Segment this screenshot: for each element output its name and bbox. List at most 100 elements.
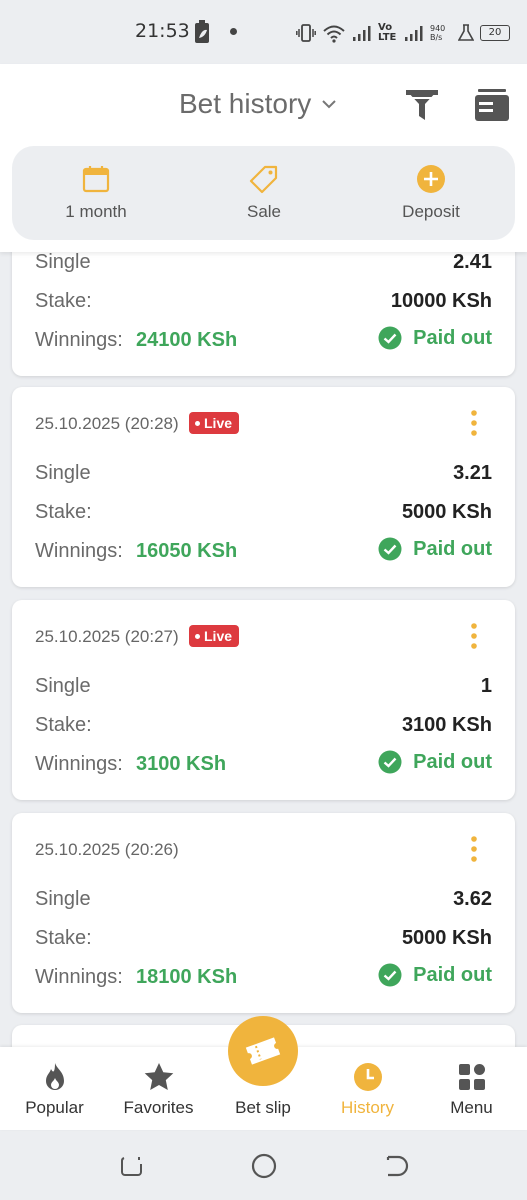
winnings-value: 3100 KSh [136, 753, 227, 775]
battery-saver-icon [195, 20, 209, 43]
net-speed: 940 B/s [430, 24, 452, 42]
stake-value: 10000 KSh [390, 290, 492, 312]
stake-value: 5000 KSh [401, 501, 492, 523]
wifi-icon [323, 25, 345, 43]
more-options-icon[interactable] [469, 622, 479, 650]
bet-type: Single [35, 252, 91, 273]
nav-bet-slip-label: Bet slip [235, 1098, 291, 1117]
period-filter-label: 1 month [65, 202, 127, 221]
bet-odds: 1 [480, 675, 492, 697]
live-dot [195, 420, 200, 426]
check-circle-icon [378, 326, 402, 350]
recents-icon[interactable] [118, 1152, 146, 1180]
winnings-label: Winnings: [35, 329, 123, 351]
sale-button[interactable]: Sale [180, 146, 348, 240]
nav-menu[interactable]: Menu [419, 1047, 524, 1130]
winnings-value: 18100 KSh [136, 966, 238, 988]
home-icon[interactable] [250, 1152, 278, 1180]
bet-odds: 2.41 [453, 252, 492, 273]
stake-label: Stake: [35, 927, 92, 949]
filter-icon[interactable] [404, 86, 440, 122]
check-circle-icon [378, 537, 402, 561]
net-speed-value: 940 [430, 24, 446, 33]
winnings-value: 16050 KSh [136, 540, 238, 562]
stake-label: Stake: [35, 290, 92, 312]
ticket-icon [245, 1037, 281, 1065]
bet-date: 25.10.2025 (20:27) [35, 627, 179, 646]
net-speed-unit: B/s [430, 33, 443, 42]
tag-icon [249, 165, 278, 194]
period-filter-button[interactable]: 1 month [12, 146, 180, 240]
live-label: Live [204, 415, 233, 431]
paid-out-status: Paid out [378, 750, 492, 774]
bet-card[interactable]: Single 2.41 Stake: 10000 KSh Winnings: 2… [12, 252, 515, 376]
winnings-label: Winnings: [35, 540, 123, 562]
winnings-label: Winnings: [35, 966, 123, 988]
paid-out-status: Paid out [378, 537, 492, 561]
notification-dot [230, 28, 237, 35]
live-label: Live [204, 628, 233, 644]
back-icon[interactable] [382, 1152, 410, 1180]
bet-slip-button[interactable] [228, 1016, 298, 1086]
card-view-icon[interactable] [474, 88, 510, 122]
deposit-label: Deposit [402, 202, 460, 221]
nav-popular-label: Popular [25, 1098, 84, 1117]
nav-menu-label: Menu [450, 1098, 493, 1117]
nav-history-label: History [341, 1098, 394, 1117]
flask-icon [458, 24, 474, 41]
bet-card[interactable]: 25.10.2025 (20:26) Single 3.62 Stake: 50… [12, 813, 515, 1013]
signal-1-icon [353, 26, 371, 41]
quick-filters: 1 month Sale Deposit [12, 146, 515, 240]
check-circle-icon [378, 750, 402, 774]
clock-icon [353, 1063, 382, 1091]
bet-type: Single [35, 888, 91, 910]
status-time: 21:53 [135, 20, 190, 42]
more-options-icon[interactable] [469, 835, 479, 863]
volte-indicator: Vo LTE [378, 23, 398, 43]
nav-favorites-label: Favorites [123, 1098, 194, 1117]
vibrate-icon [296, 24, 316, 42]
flame-icon [45, 1063, 64, 1090]
bet-type: Single [35, 462, 91, 484]
bet-odds: 3.62 [453, 888, 492, 910]
system-nav [0, 1130, 527, 1200]
grid-icon [458, 1064, 485, 1090]
page-title: Bet history [179, 88, 312, 119]
live-badge: Live [189, 625, 240, 647]
bet-type: Single [35, 675, 91, 697]
stake-label: Stake: [35, 501, 92, 523]
bet-card[interactable]: 25.10.2025 (20:27) Live Single 1 Stake: … [12, 600, 515, 800]
paid-out-status: Paid out [378, 963, 492, 987]
deposit-button[interactable]: Deposit [347, 146, 515, 240]
nav-history[interactable]: History [315, 1047, 420, 1130]
plus-circle-icon [417, 165, 445, 193]
volte-bottom: LTE [378, 32, 397, 43]
star-icon [144, 1063, 173, 1090]
check-circle-icon [378, 963, 402, 987]
bet-card[interactable]: 25.10.2025 (20:28) Live Single 3.21 Stak… [12, 387, 515, 587]
nav-popular[interactable]: Popular [2, 1047, 107, 1130]
paid-out-label: Paid out [413, 963, 492, 986]
paid-out-label: Paid out [413, 326, 492, 349]
title-dropdown[interactable]: Bet history [179, 88, 337, 120]
signal-2-icon [405, 26, 423, 41]
sale-label: Sale [246, 202, 282, 221]
status-bar: 21:53 Vo LTE 940 B/s 20 [0, 0, 527, 64]
header: Bet history 1 month Sale Deposit [0, 64, 527, 252]
paid-out-label: Paid out [413, 537, 492, 560]
paid-out-label: Paid out [413, 750, 492, 773]
bet-date: 25.10.2025 (20:28) [35, 414, 179, 433]
calendar-icon [82, 166, 110, 193]
winnings-value: 24100 KSh [136, 329, 238, 351]
bet-list[interactable]: Single 2.41 Stake: 10000 KSh Winnings: 2… [0, 252, 527, 1047]
bet-date: 25.10.2025 (20:26) [35, 840, 179, 859]
status-icons: Vo LTE 940 B/s 20 [296, 18, 510, 48]
nav-favorites[interactable]: Favorites [106, 1047, 211, 1130]
more-options-icon[interactable] [469, 409, 479, 437]
stake-value: 5000 KSh [401, 927, 492, 949]
live-badge: Live [189, 412, 240, 434]
battery-indicator: 20 [480, 25, 510, 41]
chevron-down-icon [322, 100, 336, 109]
live-dot [195, 633, 200, 639]
winnings-label: Winnings: [35, 753, 123, 775]
